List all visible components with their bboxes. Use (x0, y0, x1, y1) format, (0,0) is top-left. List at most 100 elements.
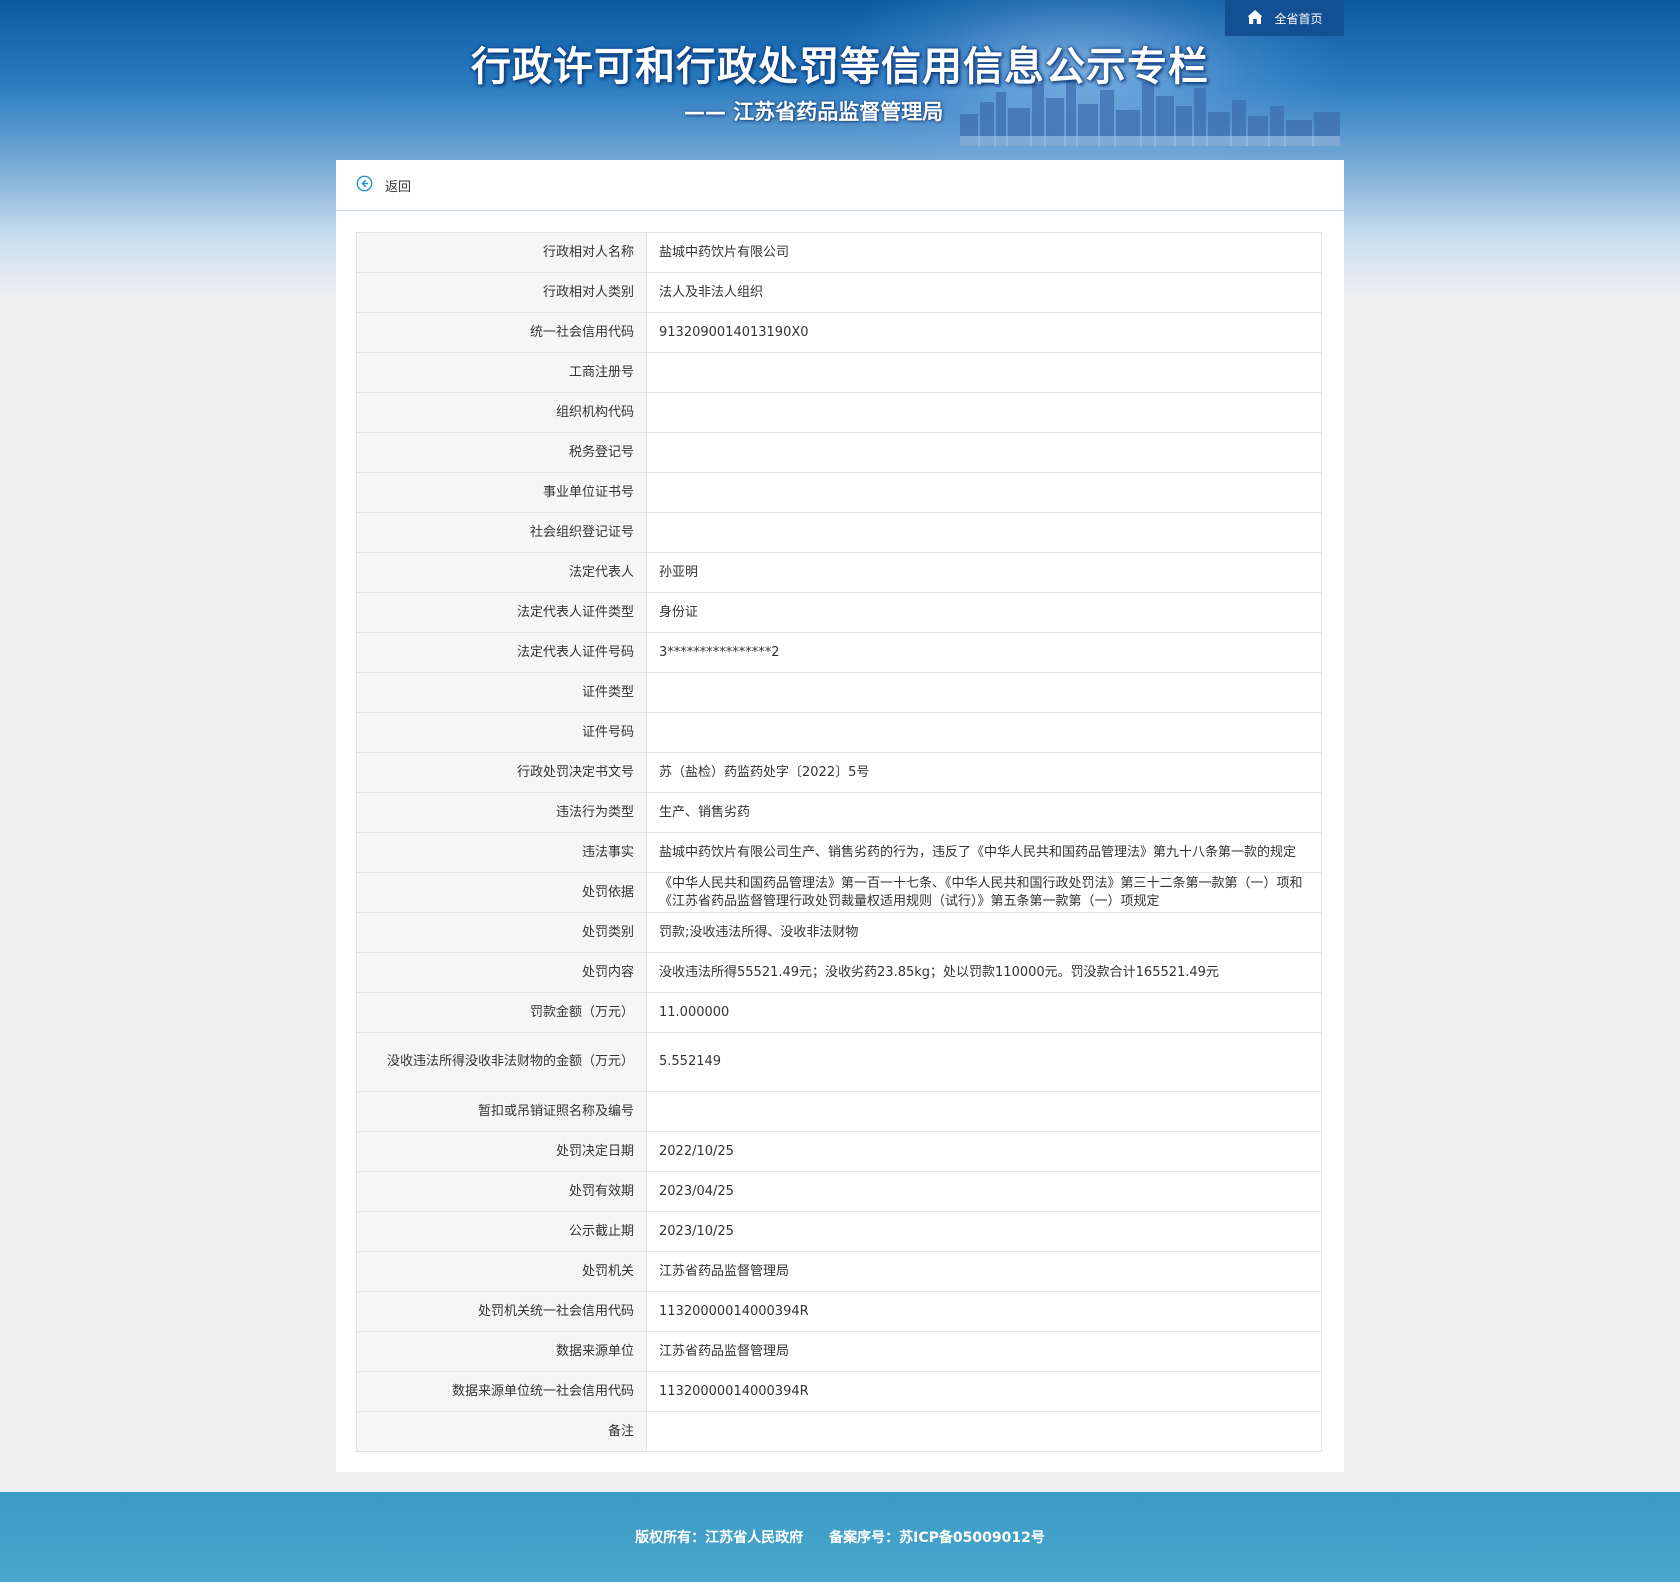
table-row: 数据来源单位 江苏省药品监督管理局 (356, 1331, 1322, 1372)
field-label: 证件类型 (356, 672, 647, 713)
field-value: 9132090014013190X0 (646, 312, 1322, 353)
table-row: 罚款金额（万元） 11.000000 (356, 992, 1322, 1033)
field-label: 行政相对人类别 (356, 272, 647, 313)
table-row: 行政相对人名称 盐城中药饮片有限公司 (356, 232, 1322, 273)
table-row: 处罚内容 没收违法所得55521.49元；没收劣药23.85kg；处以罚款1100… (356, 952, 1322, 993)
field-label: 没收违法所得没收非法财物的金额（万元） (356, 1032, 647, 1092)
field-value: 3****************2 (646, 632, 1322, 673)
field-label: 事业单位证书号 (356, 472, 647, 513)
table-row: 社会组织登记证号 (356, 512, 1322, 553)
field-label: 处罚内容 (356, 952, 647, 993)
field-value (646, 1411, 1322, 1452)
field-value: 11320000014000394R (646, 1291, 1322, 1332)
field-label: 组织机构代码 (356, 392, 647, 433)
table-row: 处罚机关 江苏省药品监督管理局 (356, 1251, 1322, 1292)
field-label: 暂扣或吊销证照名称及编号 (356, 1091, 647, 1132)
field-label: 数据来源单位 (356, 1331, 647, 1372)
field-label: 处罚机关 (356, 1251, 647, 1292)
field-label: 社会组织登记证号 (356, 512, 647, 553)
table-row: 处罚类别 罚款;没收违法所得、没收非法财物 (356, 912, 1322, 953)
field-value (646, 392, 1322, 433)
field-value: 2023/04/25 (646, 1171, 1322, 1212)
table-row: 证件号码 (356, 712, 1322, 753)
field-value: 5.552149 (646, 1032, 1322, 1092)
field-label: 法定代表人证件号码 (356, 632, 647, 673)
back-arrow-icon (356, 175, 373, 196)
field-value: 11.000000 (646, 992, 1322, 1033)
field-value: 11320000014000394R (646, 1371, 1322, 1412)
home-link[interactable]: 全省首页 (1225, 0, 1344, 36)
field-label: 公示截止期 (356, 1211, 647, 1252)
back-bar: 返回 (336, 160, 1344, 211)
table-row: 税务登记号 (356, 432, 1322, 473)
field-label: 罚款金额（万元） (356, 992, 647, 1033)
field-label: 处罚依据 (356, 872, 647, 913)
table-row: 处罚依据 《中华人民共和国药品管理法》第一百一十七条、《中华人民共和国行政处罚法》… (356, 872, 1322, 913)
field-value: 盐城中药饮片有限公司 (646, 232, 1322, 273)
field-label: 违法行为类型 (356, 792, 647, 833)
field-value: 江苏省药品监督管理局 (646, 1331, 1322, 1372)
table-row: 法定代表人证件类型 身份证 (356, 592, 1322, 633)
field-label: 处罚机关统一社会信用代码 (356, 1291, 647, 1332)
page-banner-title: 行政许可和行政处罚等信用信息公示专栏 (471, 44, 1209, 90)
back-button[interactable]: 返回 (356, 175, 411, 196)
field-label: 处罚有效期 (356, 1171, 647, 1212)
field-value: 生产、销售劣药 (646, 792, 1322, 833)
field-value (646, 472, 1322, 513)
table-row: 公示截止期 2023/10/25 (356, 1211, 1322, 1252)
table-row: 处罚机关统一社会信用代码 11320000014000394R (356, 1291, 1322, 1332)
field-label: 法定代表人 (356, 552, 647, 593)
field-label: 处罚决定日期 (356, 1131, 647, 1172)
field-label: 数据来源单位统一社会信用代码 (356, 1371, 647, 1412)
table-row: 统一社会信用代码 9132090014013190X0 (356, 312, 1322, 353)
table-row: 组织机构代码 (356, 392, 1322, 433)
info-table: 行政相对人名称 盐城中药饮片有限公司 行政相对人类别 法人及非法人组织 统一社会信用代码… (356, 232, 1322, 1452)
page-banner-subtitle: —— 江苏省药品监督管理局 (684, 100, 944, 124)
field-value (646, 672, 1322, 713)
field-label: 违法事实 (356, 832, 647, 873)
field-label: 备注 (356, 1411, 647, 1452)
field-value (646, 352, 1322, 393)
table-row: 暂扣或吊销证照名称及编号 (356, 1091, 1322, 1132)
field-value: 2023/10/25 (646, 1211, 1322, 1252)
field-value: 法人及非法人组织 (646, 272, 1322, 313)
field-value: 2022/10/25 (646, 1131, 1322, 1172)
field-label: 法定代表人证件类型 (356, 592, 647, 633)
table-row: 事业单位证书号 (356, 472, 1322, 513)
field-label: 行政相对人名称 (356, 232, 647, 273)
back-label: 返回 (385, 179, 412, 195)
footer-icp[interactable]: 备案序号：苏ICP备05009012号 (829, 1527, 1045, 1547)
table-row: 工商注册号 (356, 352, 1322, 393)
table-row: 备注 (356, 1411, 1322, 1452)
table-row: 没收违法所得没收非法财物的金额（万元） 5.552149 (356, 1032, 1322, 1092)
detail-card: 返回 行政相对人名称 盐城中药饮片有限公司 行政相对人类别 法人及非法人组织 统一社会信… (336, 160, 1344, 1472)
field-value (646, 1091, 1322, 1132)
table-row: 违法行为类型 生产、销售劣药 (356, 792, 1322, 833)
table-row: 数据来源单位统一社会信用代码 11320000014000394R (356, 1371, 1322, 1412)
field-value: 苏（盐检）药监药处字〔2022〕5号 (646, 752, 1322, 793)
table-row: 证件类型 (356, 672, 1322, 713)
field-value: 没收违法所得55521.49元；没收劣药23.85kg；处以罚款110000元。… (646, 952, 1322, 993)
table-row: 行政处罚决定书文号 苏（盐检）药监药处字〔2022〕5号 (356, 752, 1322, 793)
field-value: 孙亚明 (646, 552, 1322, 593)
field-value: 《中华人民共和国药品管理法》第一百一十七条、《中华人民共和国行政处罚法》第三十二… (646, 872, 1322, 913)
table-row: 法定代表人 孙亚明 (356, 552, 1322, 593)
page-footer: 版权所有：江苏省人民政府 备案序号：苏ICP备05009012号 (0, 1492, 1680, 1582)
field-label: 证件号码 (356, 712, 647, 753)
table-row: 行政相对人类别 法人及非法人组织 (356, 272, 1322, 313)
field-value (646, 432, 1322, 473)
table-row: 处罚有效期 2023/04/25 (356, 1171, 1322, 1212)
home-icon (1246, 8, 1264, 29)
field-label: 统一社会信用代码 (356, 312, 647, 353)
table-row: 违法事实 盐城中药饮片有限公司生产、销售劣药的行为，违反了《中华人民共和国药品管理… (356, 832, 1322, 873)
field-label: 处罚类别 (356, 912, 647, 953)
footer-copyright: 版权所有：江苏省人民政府 (635, 1530, 804, 1546)
field-value (646, 712, 1322, 753)
field-label: 行政处罚决定书文号 (356, 752, 647, 793)
field-value: 罚款;没收违法所得、没收非法财物 (646, 912, 1322, 953)
field-value: 身份证 (646, 592, 1322, 633)
table-row: 法定代表人证件号码 3****************2 (356, 632, 1322, 673)
home-link-label: 全省首页 (1274, 11, 1323, 26)
field-value: 江苏省药品监督管理局 (646, 1251, 1322, 1292)
field-value: 盐城中药饮片有限公司生产、销售劣药的行为，违反了《中华人民共和国药品管理法》第九… (646, 832, 1322, 873)
